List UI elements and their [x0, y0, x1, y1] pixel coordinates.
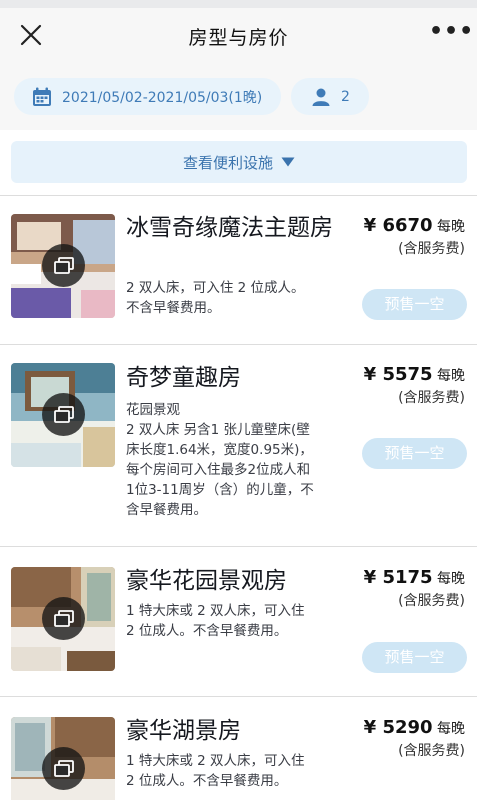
room-description: 2 双人床，可入住 2 位成人。 不含早餐费用。: [126, 280, 305, 316]
status-bar: [0, 0, 477, 8]
room-price: ¥ 5175 每晚 (含服务费): [364, 567, 465, 610]
service-fee-note: (含服务费): [398, 241, 465, 257]
room-description: 花园景观 2 双人床 另含1 张儿童壁床(壁 床长度1.64米，宽度0.95米)…: [126, 402, 314, 518]
presale-soldout-button[interactable]: 预售一空: [362, 642, 467, 673]
room-name: 豪华花园景观房: [126, 568, 287, 594]
price-amount: ¥ 5575: [363, 364, 433, 385]
room-description: 1 特大床或 2 双人床，可入住 2 位成人。不含早餐费用。: [126, 603, 305, 639]
divider: [0, 546, 477, 547]
per-night-label: 每晚: [437, 368, 465, 384]
room-price: ¥ 5575 每晚 (含服务费): [364, 364, 465, 407]
guest-count-text: 2: [341, 88, 350, 105]
per-night-label: 每晚: [437, 721, 465, 737]
navbar: 房型与房价 •••: [0, 8, 477, 64]
page-title: 房型与房价: [188, 27, 289, 49]
calendar-icon: [33, 87, 51, 106]
presale-soldout-button[interactable]: 预售一空: [362, 289, 467, 320]
filter-row: 2021/05/02-2021/05/03(1晚) 2: [0, 64, 477, 130]
more-options-icon[interactable]: •••: [429, 20, 473, 50]
price-amount: ¥ 5175: [363, 567, 433, 588]
gallery-icon[interactable]: [42, 393, 85, 436]
room-description: 1 特大床或 2 双人床，可入住 2 位成人。不含早餐费用。: [126, 753, 305, 789]
date-range-text: 2021/05/02-2021/05/03(1晚): [62, 89, 263, 106]
price-amount: ¥ 6670: [363, 215, 433, 236]
per-night-label: 每晚: [437, 219, 465, 235]
service-fee-note: (含服务费): [398, 743, 465, 759]
room-name: 豪华湖景房: [126, 718, 241, 744]
room-price: ¥ 5290 每晚 (含服务费): [364, 717, 465, 760]
guest-count-pill[interactable]: 2: [291, 78, 369, 115]
date-range-pill[interactable]: 2021/05/02-2021/05/03(1晚): [14, 78, 281, 115]
caret-down-icon: [281, 157, 295, 167]
gallery-icon[interactable]: [42, 244, 85, 287]
room-photo[interactable]: [11, 717, 115, 800]
divider: [0, 344, 477, 345]
presale-soldout-button[interactable]: 预售一空: [362, 438, 467, 469]
divider: [0, 696, 477, 697]
service-fee-note: (含服务费): [398, 390, 465, 406]
price-amount: ¥ 5290: [363, 717, 433, 738]
divider: [0, 195, 477, 196]
room-name: 冰雪奇缘魔法主题房: [126, 215, 333, 241]
per-night-label: 每晚: [437, 571, 465, 587]
view-amenities-label: 查看便利设施: [182, 153, 273, 172]
gallery-icon[interactable]: [42, 597, 85, 640]
room-name: 奇梦童趣房: [126, 365, 241, 391]
room-price: ¥ 6670 每晚 (含服务费): [364, 215, 465, 258]
view-amenities-button[interactable]: 查看便利设施: [11, 141, 467, 183]
room-photo[interactable]: [11, 363, 115, 467]
room-photo[interactable]: [11, 214, 115, 318]
gallery-icon[interactable]: [42, 747, 85, 790]
service-fee-note: (含服务费): [398, 593, 465, 609]
person-icon: [312, 88, 330, 106]
room-photo[interactable]: [11, 567, 115, 671]
